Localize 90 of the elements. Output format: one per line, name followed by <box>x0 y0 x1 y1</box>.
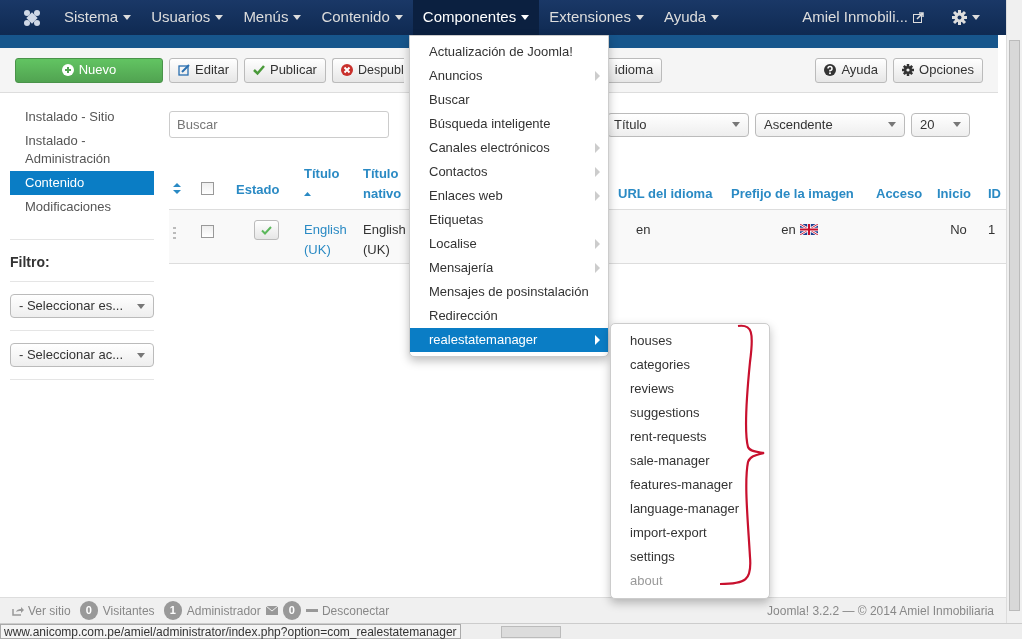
table-cell: en <box>636 222 651 237</box>
sort-icon[interactable] <box>173 182 181 194</box>
gear-icon <box>952 10 967 25</box>
filter-select[interactable]: - Seleccionar es... <box>10 294 154 318</box>
toolbar-button[interactable]: Opciones <box>893 57 983 83</box>
column-header[interactable]: Estado <box>236 179 286 199</box>
column-header[interactable]: Título <box>304 164 354 203</box>
table-cell: No <box>950 222 967 237</box>
status-label: Visitantes <box>102 602 155 620</box>
order-select[interactable]: Título <box>607 112 749 137</box>
table-cell-text: English (UK) <box>363 221 407 259</box>
plus-icon <box>61 64 74 76</box>
link-tooltip: www.anicomp.com.pe/amiel/administrator/index.php?option=com_realestatemanager <box>0 624 461 639</box>
column-header[interactable]: Acceso <box>876 183 929 203</box>
menu-item[interactable]: Contactos <box>410 160 608 184</box>
select-all-checkbox[interactable] <box>201 181 214 195</box>
language-link[interactable]: English (UK) <box>304 220 352 259</box>
column-header[interactable]: Título nativo <box>363 164 407 203</box>
menu-item[interactable]: Anuncios <box>410 64 608 88</box>
column-header[interactable]: Prefijo de la imagen <box>731 183 868 203</box>
toolbar-button[interactable]: Ayuda <box>815 57 888 83</box>
menu-item[interactable]: Mensajería <box>410 256 608 280</box>
sidebar-item[interactable]: Modificaciones <box>10 195 154 219</box>
toolbar-button[interactable]: Publicar <box>243 57 326 83</box>
submenu-item[interactable]: features-manager <box>611 473 769 497</box>
vertical-scrollbar[interactable] <box>1006 0 1022 623</box>
search-field[interactable]: Buscar <box>169 111 389 138</box>
submenu-item[interactable]: settings <box>611 545 769 569</box>
drag-handle-icon[interactable] <box>173 226 176 239</box>
menu-item[interactable]: Canales electrónicos <box>410 136 608 160</box>
menu-item[interactable]: Mensajes de posinstalación <box>410 280 608 304</box>
count-badge: 1 <box>163 601 182 620</box>
menu-item[interactable]: Enlaces web <box>410 184 608 208</box>
table-cell-text: en <box>781 221 796 239</box>
direction-select[interactable]: Ascendente <box>755 112 905 137</box>
menu-tab[interactable]: Ayuda <box>653 0 730 35</box>
submenu-item[interactable]: language-manager <box>611 497 769 521</box>
menu-item[interactable]: Localise <box>410 232 608 256</box>
count-badge: 0 <box>282 601 301 620</box>
version-text: Joomla! 3.2.2 — © 2014 Amiel Inmobiliaria <box>767 602 994 620</box>
horizontal-scrollbar[interactable] <box>460 624 1022 639</box>
status-toggle[interactable] <box>253 220 279 240</box>
count-badge: 0 <box>79 601 98 620</box>
minus-icon <box>305 609 318 612</box>
submenu-item[interactable]: rent-requests <box>611 425 769 449</box>
column-header[interactable]: URL del idioma <box>618 183 723 203</box>
sidebar-item[interactable]: Instalado - Sitio <box>10 105 154 129</box>
toolbar-button[interactable]: Editar <box>169 57 238 83</box>
mail-icon[interactable] <box>265 606 278 615</box>
sidebar-item[interactable]: Instalado - Administración <box>10 129 154 171</box>
check-icon <box>252 64 265 76</box>
joomla-logo-icon[interactable] <box>22 7 42 28</box>
limit-select[interactable]: 20 <box>911 112 970 137</box>
menu-tab[interactable]: Extensiones <box>539 0 654 35</box>
sort-ascending-icon <box>304 192 311 197</box>
sidebar-item[interactable]: Contenido <box>10 171 154 195</box>
menu-tab[interactable]: Menús <box>233 0 312 35</box>
row-checkbox[interactable] <box>201 225 214 238</box>
menu-item[interactable]: Búsqueda inteligente <box>410 112 608 136</box>
menu-item[interactable]: Actualización de Joomla! <box>410 40 608 64</box>
submenu-item[interactable]: houses <box>611 329 769 353</box>
submenu-item[interactable]: categories <box>611 353 769 377</box>
menu-tab[interactable]: Contenido <box>311 0 413 35</box>
share-arrow-icon <box>12 605 24 616</box>
menu-item[interactable]: Buscar <box>410 88 608 112</box>
column-header[interactable]: ID <box>988 183 1002 203</box>
submenu-item[interactable]: reviews <box>611 377 769 401</box>
filter-heading: Filtro: <box>10 253 51 272</box>
help-icon <box>824 64 837 76</box>
menu-item[interactable]: Etiquetas <box>410 208 608 232</box>
flag-icon <box>799 224 818 236</box>
edit-icon <box>178 64 190 76</box>
submenu-item[interactable]: sale-manager <box>611 449 769 473</box>
menu-tab[interactable]: Sistema <box>54 0 142 35</box>
menu-item[interactable]: Redirección <box>410 304 608 328</box>
filter-select[interactable]: - Seleccionar ac... <box>10 343 154 367</box>
status-label: Administrador <box>186 602 261 620</box>
toolbar-button[interactable]: Despubl <box>331 57 404 83</box>
user-link[interactable]: Amiel Inmobili... <box>792 0 934 35</box>
close-icon <box>340 64 353 76</box>
menu-tab[interactable]: Componentes <box>412 0 540 35</box>
gear-icon <box>902 64 915 76</box>
menu-item[interactable]: realestatemanager <box>410 328 608 352</box>
submenu-item[interactable]: suggestions <box>611 401 769 425</box>
check-icon <box>260 225 272 235</box>
table-cell: 1 <box>988 222 996 237</box>
menu-tab[interactable]: Usuarios <box>141 0 234 35</box>
submenu-item[interactable]: import-export <box>611 521 769 545</box>
column-header[interactable]: Inicio <box>937 183 980 203</box>
external-link-icon <box>913 12 924 23</box>
